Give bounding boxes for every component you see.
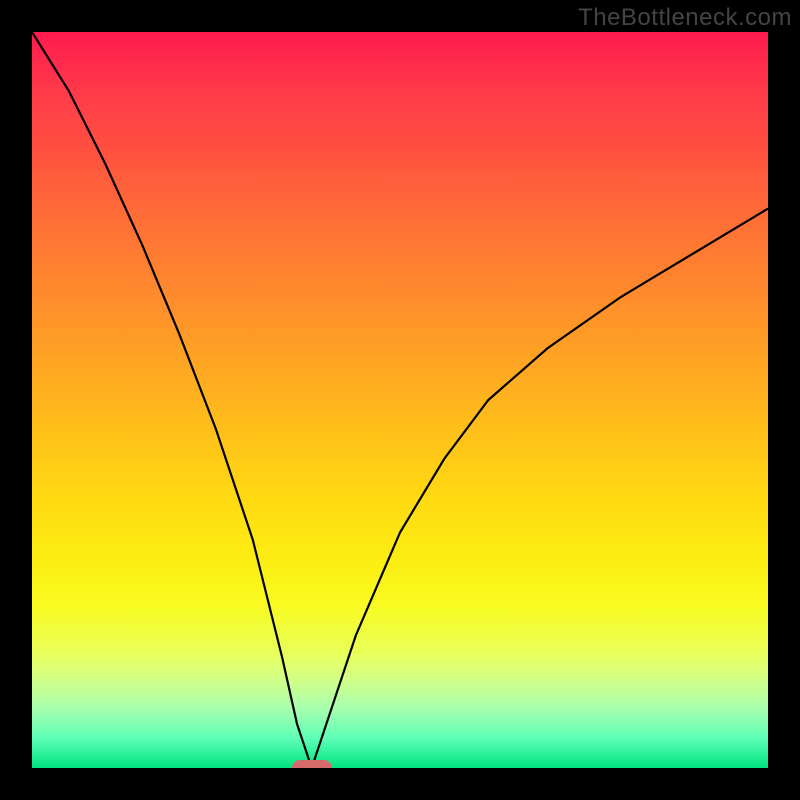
curve-svg [32,32,768,768]
minimum-marker [292,760,332,768]
watermark-text: TheBottleneck.com [578,4,792,32]
chart-frame: TheBottleneck.com [0,0,800,800]
bottleneck-curve [32,32,768,768]
plot-area [32,32,768,768]
